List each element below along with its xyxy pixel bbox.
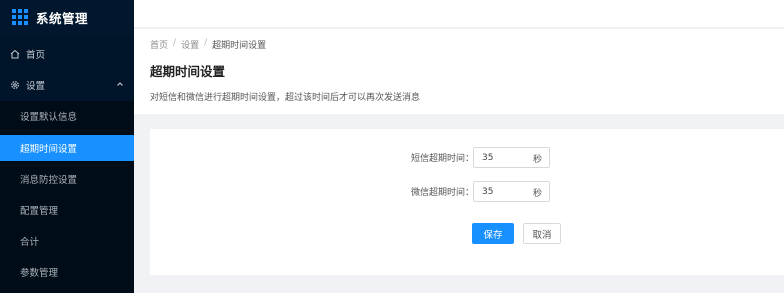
sidebar-item-settings[interactable]: 设置 — [0, 72, 134, 98]
breadcrumb-item-home[interactable]: 首页 — [150, 38, 168, 51]
wechat-timeout-value: 35 — [482, 186, 494, 197]
sidebar-item-params[interactable]: 参数管理 — [0, 259, 134, 285]
sidebar-item-label: 设置 — [26, 81, 46, 92]
sidebar-item-label: 合计 — [20, 237, 40, 248]
sidebar-item-label: 配置管理 — [20, 206, 59, 217]
gear-icon — [9, 80, 20, 91]
breadcrumb-item-current: 超期时间设置 — [212, 41, 267, 51]
sms-timeout-unit: 秒 — [532, 155, 542, 165]
home-icon — [9, 49, 20, 60]
sidebar-item-config[interactable]: 配置管理 — [0, 197, 134, 223]
wechat-timeout-input[interactable]: 35 秒 — [473, 181, 550, 202]
breadcrumb-separator: / — [204, 38, 208, 48]
sms-timeout-input[interactable]: 35 秒 — [473, 147, 550, 168]
page-header: 首页 / 设置 / 超期时间设置 超期时间设置 对短信和微信进行超期时间设置，超… — [134, 29, 784, 114]
wechat-timeout-unit: 秒 — [532, 189, 542, 199]
breadcrumb: 首页 / 设置 / 超期时间设置 — [150, 38, 266, 51]
wechat-timeout-label: 微信超期时间： — [410, 188, 474, 198]
sidebar-item-label: 超期时间设置 — [20, 144, 78, 155]
wechat-timeout-row: 微信超期时间： 35 秒 — [150, 181, 784, 203]
chevron-up-icon — [116, 80, 124, 91]
breadcrumb-separator: / — [173, 38, 177, 48]
app-title: 系统管理 — [36, 10, 89, 26]
settings-form-card: 短信超期时间： 35 秒 微信超期时间： 35 秒 保存 取消 — [150, 129, 784, 275]
sidebar-item-home[interactable]: 首页 — [0, 41, 134, 67]
sidebar-item-total[interactable]: 合计 — [0, 228, 134, 254]
grid-logo-icon — [12, 9, 28, 25]
cancel-button[interactable]: 取消 — [523, 223, 561, 244]
app-logo: 系统管理 — [0, 0, 134, 34]
top-header — [134, 0, 784, 28]
breadcrumb-item-settings[interactable]: 设置 — [181, 38, 199, 51]
save-button[interactable]: 保存 — [472, 223, 514, 244]
sidebar-item-default-info[interactable]: 设置默认信息 — [0, 103, 134, 129]
sms-timeout-label: 短信超期时间： — [410, 154, 474, 164]
sidebar-item-label: 消息防控设置 — [20, 175, 78, 186]
sidebar-item-label: 参数管理 — [20, 268, 59, 279]
sms-timeout-row: 短信超期时间： 35 秒 — [150, 147, 784, 169]
sidebar-item-timeout-settings[interactable]: 超期时间设置 — [0, 135, 134, 161]
sms-timeout-value: 35 — [482, 152, 494, 163]
sidebar: 系统管理 首页 设置 设置默认信息 超期时间设置 消息防控设置 配置管理 合计 … — [0, 0, 134, 293]
sidebar-item-message-control[interactable]: 消息防控设置 — [0, 166, 134, 192]
page-title: 超期时间设置 — [150, 64, 226, 79]
sidebar-item-label: 设置默认信息 — [20, 112, 78, 123]
sidebar-item-label: 首页 — [26, 50, 46, 61]
page-description: 对短信和微信进行超期时间设置，超过该时间后才可以再次发送消息 — [150, 93, 421, 103]
